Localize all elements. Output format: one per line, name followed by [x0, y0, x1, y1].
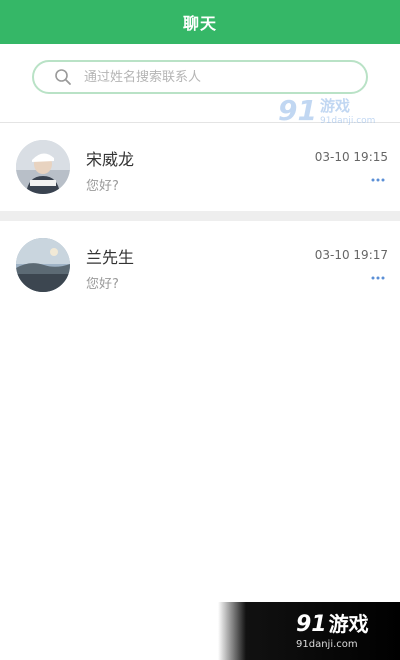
more-dots-icon[interactable] — [370, 177, 386, 183]
search-input[interactable] — [82, 68, 326, 86]
list-separator — [0, 211, 400, 221]
watermark-logo-top: 91 游戏 91danji.com — [278, 94, 375, 127]
watermark-bottom-row: 91 游戏 — [296, 608, 369, 637]
avatar — [16, 238, 70, 292]
watermark-bottom-name: 游戏 — [328, 612, 369, 636]
watermark-name: 游戏 — [319, 97, 350, 115]
watermark-bottom-number: 91 — [296, 612, 327, 637]
more-dots-icon[interactable] — [370, 275, 386, 281]
message-time: 03-10 19:17 — [314, 248, 388, 262]
watermark-logo-bottom: 91 游戏 91danji.com — [218, 602, 400, 660]
last-message: 您好? — [86, 277, 119, 292]
contact-name: 兰先生 — [86, 248, 135, 267]
avatar-photo — [16, 238, 70, 292]
contact-item[interactable]: 兰先生 您好? 03-10 19:17 — [0, 221, 400, 309]
contact-item[interactable]: 宋威龙 您好? 03-10 19:15 — [0, 123, 400, 211]
last-message: 您好? — [86, 179, 119, 194]
avatar-photo — [16, 140, 70, 194]
search-box[interactable] — [32, 60, 368, 94]
avatar — [16, 140, 70, 194]
watermark-bottom-inner: 91 游戏 91danji.com — [296, 608, 369, 650]
page-title: 聊天 — [182, 14, 217, 33]
watermark-url: 91danji.com — [319, 116, 376, 126]
message-time: 03-10 19:15 — [314, 150, 388, 164]
contact-name: 宋威龙 — [86, 150, 135, 169]
app-header: 聊天 — [0, 0, 400, 44]
watermark-bottom-url: 91danji.com — [296, 639, 358, 650]
watermark-text: 游戏 91danji.com — [320, 95, 375, 126]
search-icon — [55, 69, 71, 85]
contact-list: 宋威龙 您好? 03-10 19:15 兰先生 您好? 03-10 19:17 — [0, 123, 400, 309]
watermark-number: 91 — [278, 94, 317, 127]
